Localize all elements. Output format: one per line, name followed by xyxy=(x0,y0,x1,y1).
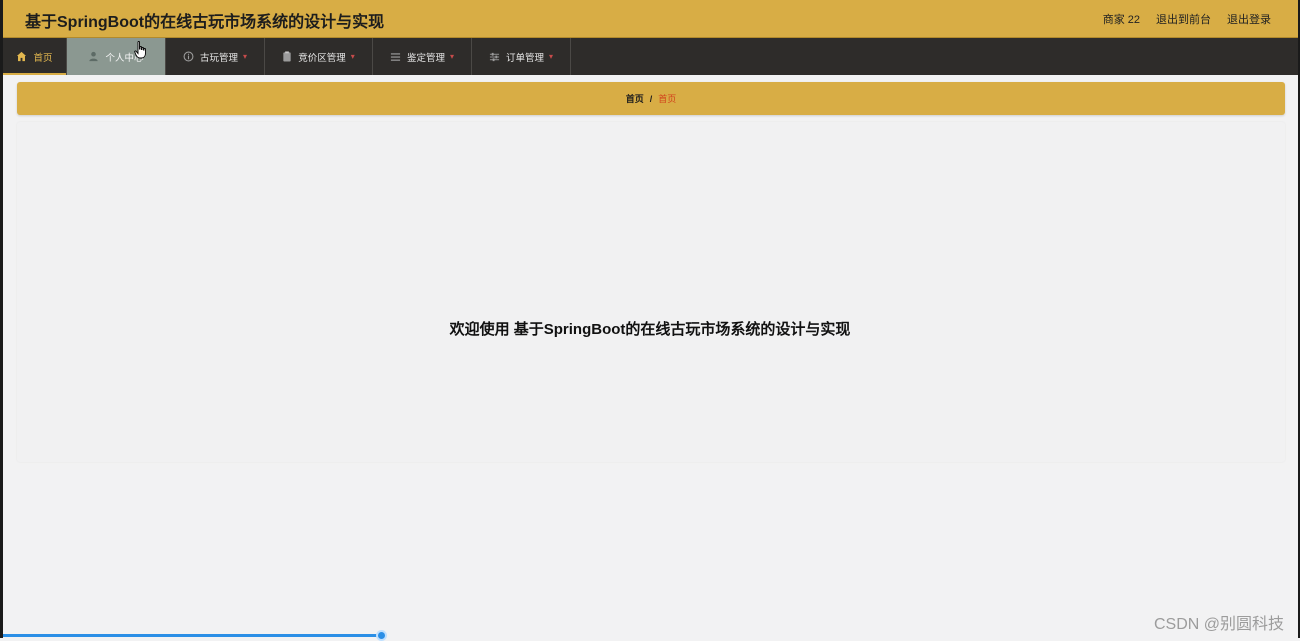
nav-item-home[interactable]: 首页 xyxy=(3,38,67,75)
nav-item-personal-center[interactable]: 个人中心 xyxy=(67,38,166,75)
nav-item-label: 鉴定管理 xyxy=(406,52,445,64)
nav-item-appraisal-management[interactable]: 鉴定管理 ▾ xyxy=(373,38,472,75)
exit-to-frontend-link[interactable]: 退出到前台 xyxy=(1156,11,1211,27)
top-nav-bar: 首页 个人中心 古玩管理 ▾ 竞价区管理 ▾ 鉴定管理 ▾ 订单管理 ▾ xyxy=(3,38,1298,75)
home-icon xyxy=(16,51,27,62)
chevron-down-icon: ▾ xyxy=(450,52,455,61)
chevron-down-icon: ▾ xyxy=(350,52,355,61)
user-icon xyxy=(88,51,99,62)
video-progress-fill xyxy=(3,634,382,637)
chevron-down-icon: ▾ xyxy=(243,52,248,61)
nav-item-bidding-management[interactable]: 竞价区管理 ▾ xyxy=(265,38,373,75)
video-progress-handle[interactable] xyxy=(376,630,388,641)
video-progress-bar[interactable] xyxy=(3,630,1298,641)
mouse-pointer-icon xyxy=(134,41,148,59)
breadcrumb-current: 首页 xyxy=(658,94,677,104)
info-icon xyxy=(183,51,194,62)
breadcrumb: 首页 / 首页 xyxy=(17,82,1285,115)
current-user-label: 商家 22 xyxy=(1102,14,1140,26)
nav-item-antique-management[interactable]: 古玩管理 ▾ xyxy=(166,38,265,75)
watermark: CSDN @别圆科技 xyxy=(1153,616,1284,633)
list-icon xyxy=(390,52,401,62)
nav-item-label: 首页 xyxy=(33,52,53,64)
main-content-panel xyxy=(17,122,1285,462)
header-user-actions: 商家 22 退出到前台 退出登录 xyxy=(1103,11,1271,27)
logout-link[interactable]: 退出登录 xyxy=(1227,11,1271,27)
welcome-message: 欢迎使用 基于SpringBoot的在线古玩市场系统的设计与实现 xyxy=(449,321,851,338)
nav-item-order-management[interactable]: 订单管理 ▾ xyxy=(472,38,571,75)
sliders-icon xyxy=(489,52,500,62)
nav-item-label: 竞价区管理 xyxy=(298,52,346,64)
nav-item-label: 古玩管理 xyxy=(199,52,238,64)
app-header: 基于SpringBoot的在线古玩市场系统的设计与实现 商家 22 退出到前台 … xyxy=(3,0,1298,38)
clipboard-icon xyxy=(282,51,292,62)
app-title: 基于SpringBoot的在线古玩市场系统的设计与实现 xyxy=(25,14,385,31)
breadcrumb-separator: / xyxy=(649,93,653,104)
chevron-down-icon: ▾ xyxy=(549,52,554,61)
nav-item-label: 订单管理 xyxy=(505,52,544,64)
breadcrumb-home-link[interactable]: 首页 xyxy=(626,92,644,105)
